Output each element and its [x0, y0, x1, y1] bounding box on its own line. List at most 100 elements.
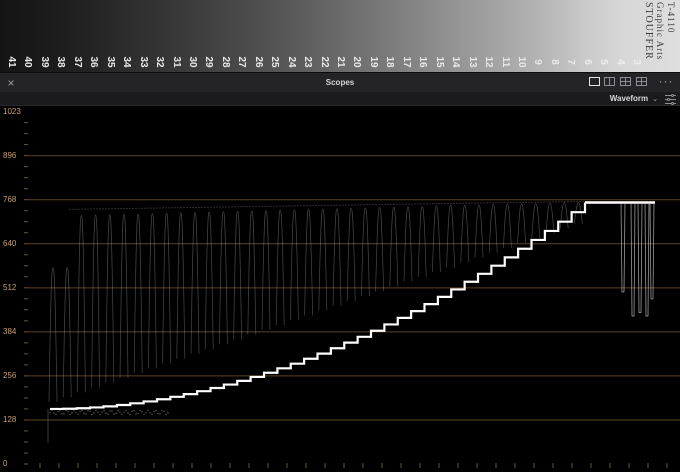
waveform-trace — [167, 412, 169, 414]
waveform-trace — [282, 205, 284, 207]
waveform-trace — [462, 202, 464, 204]
waveform-spike — [432, 205, 441, 273]
waveform-trace — [155, 409, 157, 412]
waveform-scope[interactable]: 1023 896 768 640 512 384 256 128 0 — [0, 106, 680, 472]
panel-title: Scopes — [325, 78, 355, 87]
waveform-trace — [414, 203, 416, 205]
waveform-spike — [304, 209, 313, 316]
waveform-trace — [183, 207, 185, 209]
waveform-trace — [151, 413, 153, 416]
waveform-trace — [135, 413, 137, 415]
scopes-title-bar: × Scopes ··· — [0, 72, 680, 92]
waveform-trace — [381, 204, 383, 206]
single-view-icon[interactable] — [589, 77, 600, 86]
waveform-trace — [159, 412, 161, 415]
waveform-spike — [148, 213, 157, 369]
waveform-trace — [375, 204, 377, 206]
waveform-trace — [138, 207, 140, 209]
brand-subtitle: Graphic Arts — [655, 2, 665, 61]
waveform-trace — [59, 409, 61, 412]
waveform-trace — [125, 409, 127, 412]
waveform-trace — [133, 410, 135, 412]
waveform-trace — [561, 201, 563, 203]
waveform-trace — [321, 204, 323, 206]
waveform-trace — [441, 203, 443, 205]
waveform-trace — [294, 205, 296, 207]
waveform-trace — [53, 412, 55, 414]
waveform-trace — [309, 205, 311, 207]
waveform-trace — [89, 410, 91, 413]
waveform-spike — [91, 214, 100, 388]
waveform-trace — [131, 410, 133, 413]
waveform-trace — [270, 205, 272, 207]
dual-view-icon[interactable] — [604, 77, 615, 86]
waveform-trace — [330, 204, 332, 206]
waveform-trace — [564, 201, 566, 203]
scope-settings-icon[interactable] — [665, 94, 676, 105]
waveform-trace — [85, 413, 87, 415]
waveform-trace — [264, 205, 266, 207]
waveform-spike — [219, 211, 228, 345]
waveform-trace — [81, 208, 83, 210]
waveform-trace — [113, 413, 115, 415]
waveform-trace — [150, 207, 152, 209]
waveform-trace — [129, 207, 131, 209]
waveform-trace — [456, 202, 458, 204]
waveform-trace — [423, 203, 425, 205]
waveform-spike — [119, 214, 129, 378]
waveform-drop — [649, 202, 655, 300]
waveform-trace — [153, 207, 155, 209]
grid-view-icon[interactable] — [636, 77, 647, 86]
waveform-trace — [210, 206, 212, 208]
waveform-trace — [177, 207, 179, 209]
waveform-trace — [501, 202, 503, 204]
waveform-trace — [318, 205, 320, 207]
waveform-trace — [447, 203, 449, 205]
waveform-trace — [339, 204, 341, 206]
waveform-trace — [252, 206, 254, 208]
quad-view-icon[interactable] — [620, 77, 631, 86]
waveform-trace — [149, 411, 151, 414]
waveform-trace — [240, 206, 242, 208]
waveform-trace — [303, 205, 305, 207]
waveform-trace — [249, 206, 251, 208]
waveform-trace — [315, 205, 317, 207]
y-axis-label: 896 — [3, 150, 17, 160]
waveform-trace — [87, 409, 89, 412]
waveform-trace — [57, 410, 59, 413]
waveform-trace — [333, 204, 335, 206]
waveform-trace — [51, 409, 53, 412]
waveform-trace — [72, 208, 74, 210]
waveform-trace — [111, 208, 113, 210]
waveform-spike — [176, 212, 186, 359]
waveform-trace — [180, 207, 182, 209]
waveform-trace — [411, 203, 413, 205]
waveform-trace — [438, 203, 440, 205]
waveform-trace — [126, 207, 128, 209]
waveform-trace — [465, 202, 467, 204]
waveform-trace — [396, 203, 398, 205]
waveform-trace — [363, 204, 365, 206]
waveform-trace — [195, 206, 197, 208]
waveform-trace — [519, 201, 521, 203]
waveform-staircase — [50, 202, 587, 411]
waveform-spike — [545, 202, 555, 234]
waveform-trace — [555, 201, 557, 203]
waveform-trace — [71, 411, 73, 414]
y-axis-label: 1023 — [3, 107, 21, 116]
scope-type-dropdown[interactable]: Waveform ⌄ — [610, 92, 658, 106]
waveform-trace — [390, 203, 392, 205]
waveform-trace — [108, 208, 110, 210]
waveform-trace — [573, 201, 575, 203]
waveform-trace — [417, 203, 419, 205]
chevron-down-icon: ⌄ — [652, 96, 658, 103]
waveform-trace — [83, 412, 85, 415]
waveform-spike — [488, 204, 498, 253]
waveform-spike — [389, 206, 399, 287]
waveform-trace — [297, 205, 299, 207]
waveform-spike — [318, 208, 328, 311]
waveform-drop — [620, 202, 626, 293]
waveform-trace — [105, 412, 107, 415]
waveform-spike — [503, 203, 512, 248]
more-options-icon[interactable]: ··· — [658, 75, 674, 89]
